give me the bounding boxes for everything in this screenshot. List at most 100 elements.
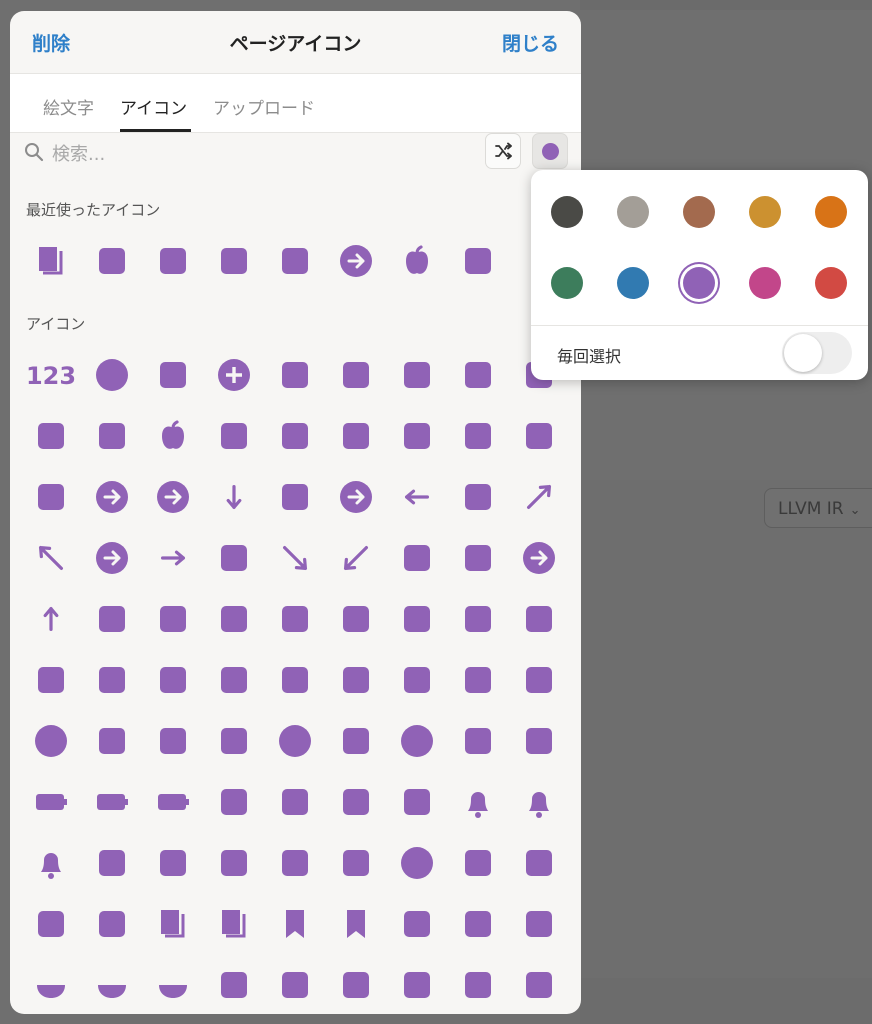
copy-icon[interactable] — [27, 237, 75, 285]
airplane-icon[interactable] — [271, 351, 319, 399]
wine-glass-icon[interactable] — [332, 778, 380, 826]
random-icon-button[interactable] — [485, 133, 521, 169]
arrow-right-circle-icon[interactable] — [88, 534, 136, 582]
chart-line-icon[interactable] — [149, 351, 197, 399]
git-fork-icon[interactable] — [515, 961, 563, 1009]
arrow-up-to-line-icon[interactable] — [88, 595, 136, 643]
close-button[interactable]: 閉じる — [502, 29, 559, 56]
arrows-diagonal-icon[interactable] — [210, 595, 258, 643]
balloon-icon[interactable] — [27, 717, 75, 765]
battery-icon[interactable] — [27, 778, 75, 826]
carrot-icon[interactable] — [271, 237, 319, 285]
tab-icons[interactable]: アイコン — [120, 94, 187, 119]
aries-icon[interactable] — [515, 412, 563, 460]
arrow-left-bold-icon[interactable] — [332, 656, 380, 704]
bowl-icon[interactable] — [27, 961, 75, 1009]
accessibility-icon[interactable] — [88, 351, 136, 399]
arrow-down-icon[interactable] — [210, 473, 258, 521]
color-swatch[interactable] — [551, 267, 583, 299]
always-choose-toggle[interactable] — [782, 332, 852, 374]
bomb-icon[interactable] — [27, 900, 75, 948]
bed-icon[interactable] — [210, 778, 258, 826]
ambulance-icon[interactable] — [210, 237, 258, 285]
tab-upload[interactable]: アップロード — [213, 94, 315, 119]
stethoscope-icon[interactable] — [332, 839, 380, 887]
arrow-turn-right-icon[interactable] — [454, 534, 502, 582]
banana-icon[interactable] — [88, 717, 136, 765]
plus-circle-icon[interactable] — [210, 351, 258, 399]
arrows-horizontal-icon[interactable] — [149, 595, 197, 643]
arrow-right-circle-icon[interactable] — [332, 237, 380, 285]
color-swatch[interactable] — [617, 196, 649, 228]
ambulance-icon[interactable] — [27, 412, 75, 460]
archive-icon[interactable] — [454, 412, 502, 460]
backpack-icon[interactable] — [271, 656, 319, 704]
arrow-up-icon[interactable] — [27, 595, 75, 643]
binoculars-icon[interactable] — [271, 839, 319, 887]
arrow-up-right-square-icon[interactable] — [454, 237, 502, 285]
arrow-down-circle-outline-icon[interactable] — [88, 473, 136, 521]
alarm-clock-icon[interactable] — [332, 351, 380, 399]
asterisk-icon[interactable] — [454, 595, 502, 643]
bathtub-shower-icon[interactable] — [515, 717, 563, 765]
bone-icon[interactable] — [88, 900, 136, 948]
arrow-up-circle-icon[interactable] — [515, 534, 563, 582]
bee-icon[interactable] — [271, 778, 319, 826]
arrow-right-to-line-icon[interactable] — [210, 534, 258, 582]
git-branch-icon[interactable] — [393, 961, 441, 1009]
arrow-turn-left-icon[interactable] — [393, 534, 441, 582]
color-swatch[interactable] — [617, 267, 649, 299]
arrow-fat-right-icon[interactable] — [515, 900, 563, 948]
bikini-icon[interactable] — [210, 839, 258, 887]
anchor-icon[interactable] — [88, 412, 136, 460]
branch-merge-icon[interactable] — [332, 961, 380, 1009]
baby-bottle-icon[interactable] — [210, 656, 258, 704]
apple-icon[interactable] — [149, 412, 197, 460]
bathtub-icon[interactable] — [454, 717, 502, 765]
bell-icon[interactable] — [454, 778, 502, 826]
baggage-icon[interactable] — [515, 656, 563, 704]
arrow-left-to-line-icon[interactable] — [454, 473, 502, 521]
book-icon[interactable] — [210, 900, 258, 948]
boot-icon[interactable] — [454, 900, 502, 948]
bag-tray-icon[interactable] — [454, 656, 502, 704]
arrows-swap-icon[interactable] — [271, 595, 319, 643]
apple-icon[interactable] — [393, 237, 441, 285]
apron-icon[interactable] — [210, 412, 258, 460]
battery-plug-icon[interactable] — [88, 778, 136, 826]
arrow-left-icon[interactable] — [393, 473, 441, 521]
search-input[interactable] — [50, 138, 354, 170]
alert-bubble-icon[interactable] — [393, 351, 441, 399]
basketball-icon[interactable] — [393, 717, 441, 765]
boombox-icon[interactable] — [393, 900, 441, 948]
attachment-icon[interactable] — [27, 656, 75, 704]
arrow-up-left-icon[interactable] — [27, 534, 75, 582]
git-commit-icon[interactable] — [454, 961, 502, 1009]
rice-bowl-icon[interactable] — [88, 961, 136, 1009]
color-swatch[interactable] — [815, 196, 847, 228]
bookmark-icon[interactable] — [271, 900, 319, 948]
baseball-icon[interactable] — [271, 717, 319, 765]
alien-icon[interactable] — [454, 351, 502, 399]
arrow-right-icon[interactable] — [149, 534, 197, 582]
color-swatch[interactable] — [683, 267, 715, 299]
cap-icon[interactable] — [332, 717, 380, 765]
avocado-icon[interactable] — [88, 656, 136, 704]
arrows-vertical-icon[interactable] — [332, 595, 380, 643]
bicycle-trailer-icon[interactable] — [88, 839, 136, 887]
123-icon[interactable]: 123 — [27, 351, 75, 399]
arrow-down-left-icon[interactable] — [332, 534, 380, 582]
language-selector[interactable]: LLVM IR ⌄ — [764, 488, 872, 528]
barcode-icon[interactable] — [149, 717, 197, 765]
color-swatch[interactable] — [683, 196, 715, 228]
arrow-down-right-icon[interactable] — [271, 534, 319, 582]
color-swatch[interactable] — [749, 196, 781, 228]
gamepad-icon[interactable] — [149, 237, 197, 285]
bluetooth-icon[interactable] — [393, 839, 441, 887]
bell-badge-icon[interactable] — [515, 778, 563, 826]
boarding-pass-icon[interactable] — [454, 839, 502, 887]
color-swatch[interactable] — [815, 267, 847, 299]
baby-icon[interactable] — [149, 656, 197, 704]
color-swatch[interactable] — [551, 196, 583, 228]
book-open-icon[interactable] — [149, 900, 197, 948]
